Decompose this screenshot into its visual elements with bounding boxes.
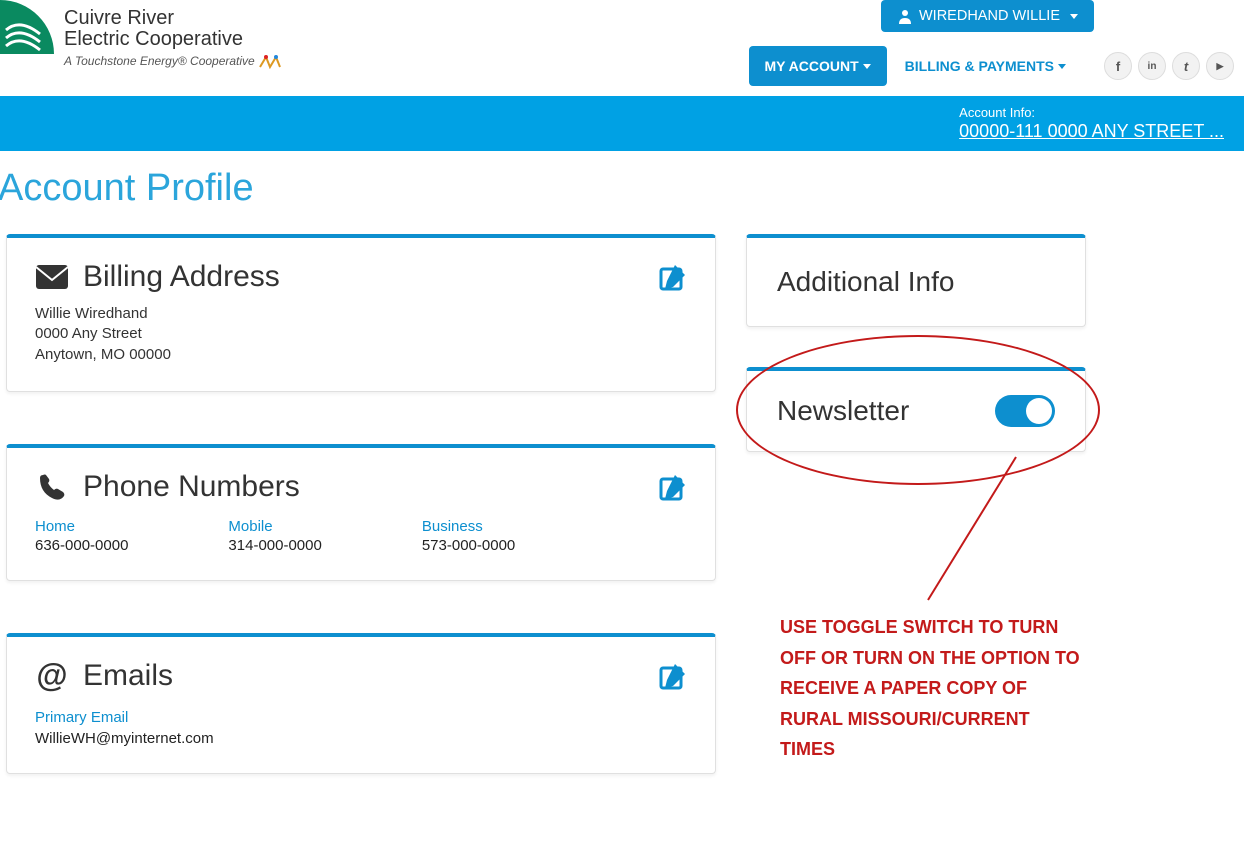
user-menu-label: WIREDHAND WILLIE — [919, 8, 1060, 24]
annotation-line — [916, 455, 1036, 605]
phone-mobile: Mobile 314-000-0000 — [228, 518, 321, 554]
annotation-text: USE TOGGLE SWITCH TO TURN OFF OR TURN ON… — [780, 612, 1086, 765]
emails-title: Emails — [83, 659, 173, 693]
main-nav: MY ACCOUNT BILLING & PAYMENTS f in t ▶ — [749, 46, 1234, 86]
caret-down-icon — [1070, 14, 1078, 19]
toggle-knob — [1026, 398, 1052, 424]
newsletter-title: Newsletter — [777, 395, 909, 427]
primary-email-value: WillieWH@myinternet.com — [35, 730, 687, 747]
logo-icon — [0, 0, 54, 54]
edit-phone-numbers-button[interactable] — [659, 473, 687, 501]
phone-home: Home 636-000-0000 — [35, 518, 128, 554]
billing-street: 0000 Any Street — [35, 324, 687, 344]
facebook-icon[interactable]: f — [1104, 52, 1132, 80]
phone-icon — [35, 470, 69, 504]
emails-card: @ Emails Primary Email WillieWH@myintern… — [6, 633, 716, 774]
edit-emails-button[interactable] — [659, 662, 687, 690]
touchstone-icon — [258, 55, 282, 69]
phone-numbers-card: Phone Numbers Home 636-000-0000 Mobile 3… — [6, 444, 716, 581]
additional-info-title: Additional Info — [777, 266, 1055, 298]
brand-name-2: Electric Cooperative — [64, 29, 282, 50]
nav-my-account[interactable]: MY ACCOUNT — [749, 46, 887, 86]
at-sign-icon: @ — [35, 659, 69, 693]
primary-email-label: Primary Email — [35, 709, 687, 726]
billing-address-card: Billing Address Willie Wiredhand 0000 An… — [6, 234, 716, 392]
user-icon — [897, 8, 913, 24]
caret-down-icon — [1058, 64, 1066, 69]
youtube-icon[interactable]: ▶ — [1206, 52, 1234, 80]
billing-city: Anytown, MO 00000 — [35, 345, 687, 365]
brand-name-1: Cuivre River — [64, 8, 282, 29]
account-info-value[interactable]: 00000-111 0000 ANY STREET ... — [959, 121, 1224, 142]
phone-numbers-title: Phone Numbers — [83, 470, 300, 504]
caret-down-icon — [863, 64, 871, 69]
newsletter-card: Newsletter — [746, 367, 1086, 452]
twitter-icon[interactable]: t — [1172, 52, 1200, 80]
user-menu-button[interactable]: WIREDHAND WILLIE — [881, 0, 1094, 32]
logo-block: Cuivre River Electric Cooperative A Touc… — [0, 0, 282, 69]
account-info-label: Account Info: — [959, 105, 1224, 120]
page-title: Account Profile — [0, 167, 1244, 210]
newsletter-toggle[interactable] — [995, 395, 1055, 427]
pencil-square-icon — [659, 263, 687, 291]
brand-tagline: A Touchstone Energy® Cooperative — [64, 54, 282, 69]
nav-billing-payments[interactable]: BILLING & PAYMENTS — [897, 46, 1074, 86]
pencil-square-icon — [659, 662, 687, 690]
billing-name: Willie Wiredhand — [35, 304, 687, 324]
phone-business: Business 573-000-0000 — [422, 518, 515, 554]
edit-billing-address-button[interactable] — [659, 263, 687, 291]
additional-info-card: Additional Info — [746, 234, 1086, 327]
envelope-icon — [35, 260, 69, 294]
pencil-square-icon — [659, 473, 687, 501]
account-info-band: Account Info: 00000-111 0000 ANY STREET … — [0, 96, 1244, 151]
billing-address-title: Billing Address — [83, 260, 280, 294]
top-bar: Cuivre River Electric Cooperative A Touc… — [0, 0, 1244, 86]
linkedin-icon[interactable]: in — [1138, 52, 1166, 80]
